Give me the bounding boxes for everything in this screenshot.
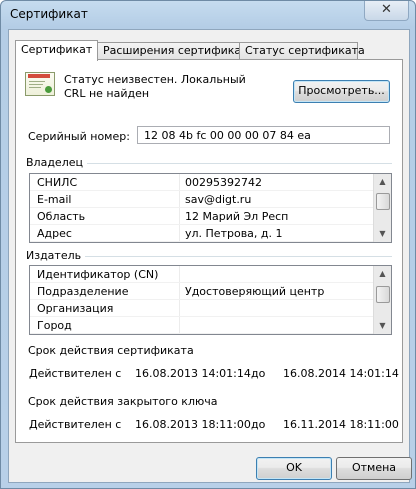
list-item-key: Подразделение — [37, 285, 129, 298]
certificate-dialog: Сертификат ✕ Сертификат Расширения серти… — [0, 0, 416, 489]
list-item-key: Организация — [37, 302, 114, 315]
certificate-status-text: Статус неизвестен. Локальный CRL не найд… — [64, 73, 246, 100]
tab-extensions[interactable]: Расширения сертификата — [97, 42, 254, 59]
valid-to-value: 16.08.2014 14:01:14 — [283, 367, 399, 380]
view-button[interactable]: Просмотреть... — [293, 80, 390, 103]
key-valid-from-value: 16.08.2013 18:11:00 — [135, 418, 251, 431]
list-item[interactable]: Организация — [30, 300, 373, 317]
scroll-thumb[interactable] — [376, 286, 390, 303]
owner-scrollbar[interactable]: ▲ ▼ — [373, 174, 391, 242]
list-item[interactable]: Подразделение Удостоверяющий центр — [30, 283, 373, 300]
ok-button[interactable]: OK — [256, 457, 332, 480]
list-item[interactable]: Город — [30, 317, 373, 334]
tab-certificate[interactable]: Сертификат — [15, 40, 98, 61]
key-valid-to-label: до — [251, 418, 266, 431]
key-valid-from-label: Действителен с — [29, 418, 122, 431]
list-item-key: Область — [37, 210, 86, 223]
certificate-validity-row: Действителен с 16.08.2013 14:01:14 до 16… — [29, 367, 399, 381]
title-bar: Сертификат ✕ — [1, 1, 415, 29]
list-item[interactable]: Адрес ул. Петрова, д. 1 — [30, 225, 373, 242]
tab-status[interactable]: Статус сертификата — [239, 42, 365, 59]
list-item-key: E-mail — [37, 193, 72, 206]
list-item-key: Идентификатор (CN) — [37, 268, 159, 281]
scroll-up-arrow-icon[interactable]: ▲ — [374, 266, 391, 282]
list-item-value: 00295392742 — [185, 176, 262, 189]
owner-group-header: Владелец — [26, 156, 392, 169]
scroll-down-arrow-icon[interactable]: ▼ — [374, 318, 391, 334]
list-item-value: ул. Петрова, д. 1 — [185, 227, 283, 240]
list-item-value: 12 Марий Эл Респ — [185, 210, 289, 223]
scroll-up-arrow-icon[interactable]: ▲ — [374, 174, 391, 190]
list-item-key: Город — [37, 319, 72, 332]
list-item-value: sav@digt.ru — [185, 193, 252, 206]
key-validity-row: Действителен с 16.08.2013 18:11:00 до 16… — [29, 418, 399, 432]
owner-list[interactable]: СНИЛС 00295392742 E-mail sav@digt.ru Обл… — [29, 173, 392, 243]
cancel-button[interactable]: Отмена — [336, 457, 412, 480]
certificate-tab-panel: Статус неизвестен. Локальный CRL не найд… — [15, 59, 403, 443]
window-title: Сертификат — [10, 7, 88, 21]
scroll-thumb[interactable] — [376, 193, 390, 210]
list-item[interactable]: Идентификатор (CN) — [30, 266, 373, 283]
issuer-label: Издатель — [26, 249, 86, 262]
valid-from-label: Действителен с — [29, 367, 122, 380]
list-item-key: СНИЛС — [37, 176, 78, 189]
list-item-value: Удостоверяющий центр — [185, 285, 325, 298]
list-item[interactable]: СНИЛС 00295392742 — [30, 174, 373, 191]
issuer-scrollbar[interactable]: ▲ ▼ — [373, 266, 391, 334]
issuer-group-header: Издатель — [26, 249, 392, 262]
valid-from-value: 16.08.2013 14:01:14 — [135, 367, 251, 380]
certificate-icon — [25, 72, 55, 96]
dialog-client-area: Сертификат Расширения сертификата Статус… — [8, 29, 412, 483]
list-item[interactable]: Область 12 Марий Эл Респ — [30, 208, 373, 225]
list-item-key: Адрес — [37, 227, 72, 240]
serial-number-label: Серийный номер: — [28, 130, 130, 143]
owner-label: Владелец — [26, 156, 87, 169]
valid-to-label: до — [251, 367, 266, 380]
scroll-down-arrow-icon[interactable]: ▼ — [374, 226, 391, 242]
serial-number-field[interactable]: 12 08 4b fc 00 00 00 07 84 ea — [137, 126, 390, 144]
issuer-list[interactable]: Идентификатор (CN) Подразделение Удостов… — [29, 265, 392, 335]
close-button[interactable]: ✕ — [364, 1, 409, 21]
key-validity-label: Срок действия закрытого ключа — [28, 395, 218, 408]
list-item[interactable]: E-mail sav@digt.ru — [30, 191, 373, 208]
certificate-validity-label: Срок действия сертификата — [28, 344, 194, 357]
key-valid-to-value: 16.11.2014 18:11:00 — [283, 418, 399, 431]
